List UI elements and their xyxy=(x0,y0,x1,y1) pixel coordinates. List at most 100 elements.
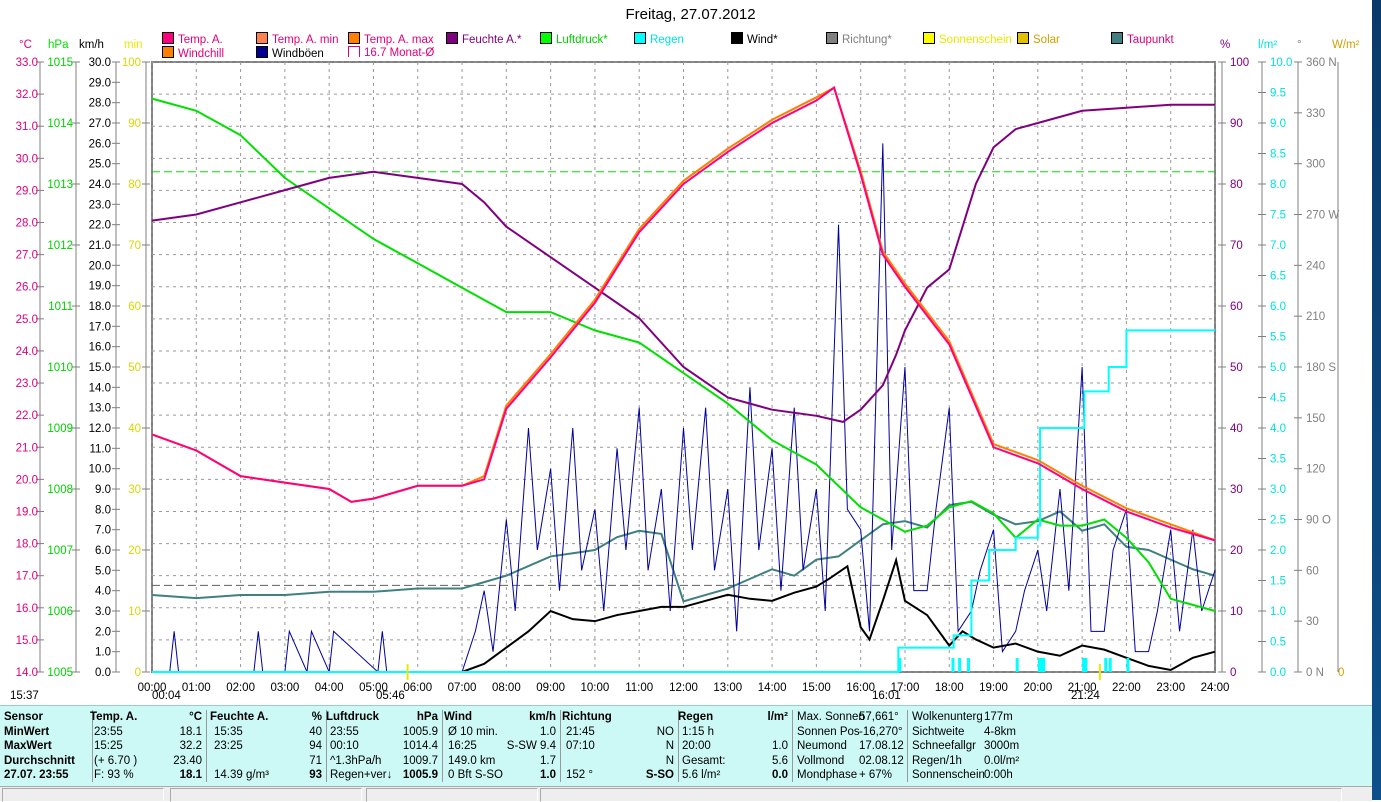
rain-bar xyxy=(1042,658,1046,672)
axis-kmh-tick-label: 4.0 xyxy=(95,586,111,598)
axis-kmh-tick-label: 11.0 xyxy=(89,443,111,455)
info-row: Sichtweite 4-8km xyxy=(912,725,1032,740)
row-label: Ø 10 min. xyxy=(448,725,498,738)
weather-chart: 00:00 01:00 02:00 03:00 04:00 05:00 06:00 07:00… xyxy=(16,57,1345,694)
info-row: Neumond 17.08.12 xyxy=(797,739,907,754)
summary-panel: Sensor MinWert MaxWert Durchschnitt 27.07. 2… xyxy=(0,705,1372,786)
rain-bar xyxy=(951,658,955,672)
row-value: 1.0 xyxy=(540,769,556,781)
row-value: N xyxy=(665,740,674,752)
row-value: 18.1 xyxy=(179,769,202,781)
axis-min-tick-label: 80 xyxy=(128,179,141,191)
info-row: Wolkenunterg 177m xyxy=(912,710,1032,725)
axis-min-tick-label: 10 xyxy=(128,606,141,618)
info-label: Max. Sonnen xyxy=(797,711,865,723)
row-value: 1.0 xyxy=(772,740,788,752)
row-value: N xyxy=(665,754,674,767)
axis-rain-tick-label: 2.5 xyxy=(1270,515,1286,527)
desktop-background xyxy=(1372,0,1381,800)
row-label: 16:25 xyxy=(448,740,477,752)
axis-pct-tick-label: 60 xyxy=(1230,301,1243,313)
axis-c-tick-label: 31.0 xyxy=(16,121,38,133)
info-row: Schneefallgr 3000m xyxy=(912,739,1032,754)
axis-kmh-tick-label: 2.0 xyxy=(95,626,111,638)
axis-c-tick-label: 20.0 xyxy=(16,474,38,486)
info-value: 57,661° xyxy=(859,711,899,723)
row-label: 14.39 g/m³ xyxy=(214,769,269,781)
x-tick-label: 02:00 xyxy=(226,682,255,694)
axis-hpa-tick-label: 1006 xyxy=(47,606,73,618)
x-tick-label: 20:00 xyxy=(1023,682,1052,694)
axis-kmh-tick-label: 9.0 xyxy=(95,484,111,496)
column-header: Richtung xyxy=(562,710,678,725)
row-label: 23:55 xyxy=(94,725,123,738)
row-label: 149.0 km xyxy=(448,754,496,767)
axis-rain-tick-label: 2.0 xyxy=(1270,545,1286,557)
column-header: Sensor xyxy=(4,710,92,725)
table-row: 07:10 N xyxy=(562,739,678,754)
axis-pct-tick-label: 20 xyxy=(1230,545,1243,557)
column-unit: km/h xyxy=(529,711,556,723)
row-label: ^1.3hPa/h xyxy=(330,754,382,767)
x-tick-label: 01:00 xyxy=(182,682,211,694)
axis-kmh-tick-label: 30.0 xyxy=(89,57,111,69)
row-label: Gesamt: xyxy=(682,754,726,767)
axis-deg-tick-label: 120 xyxy=(1306,464,1325,476)
column-unit: % xyxy=(311,711,322,723)
axis-c-tick-label: 14.0 xyxy=(16,667,38,679)
table-row: 0 Bft S-SO 1.0 xyxy=(444,768,560,783)
table-row: 23:25 94 xyxy=(210,739,326,754)
row-value: 94 xyxy=(309,740,322,752)
info-row: Regen/1h 0.0l/m² xyxy=(912,754,1032,769)
axis-c-tick-label: 33.0 xyxy=(16,57,38,69)
axis-kmh-tick-label: 25.0 xyxy=(89,159,111,171)
table-column: Richtung 21:45 NO 07:10 N N 152 ° S-SO xyxy=(562,710,679,782)
axis-pct-tick-label: 40 xyxy=(1230,423,1243,435)
left-time-label: 15:37 xyxy=(10,690,39,702)
axis-c-tick-label: 22.0 xyxy=(16,410,38,422)
axis-kmh-tick-label: 19.0 xyxy=(89,281,111,293)
x-tick-label: 16:00 xyxy=(846,682,875,694)
table-row: Gesamt: 5.6 xyxy=(678,754,792,769)
axis-kmh-tick-label: 23.0 xyxy=(89,199,111,211)
axis-min-tick-label: 50 xyxy=(128,362,141,374)
rain-bar xyxy=(958,658,962,672)
axis-c-tick-label: 28.0 xyxy=(16,218,38,230)
axis-c-tick-label: 32.0 xyxy=(16,89,38,101)
info-row: Sonnen Pos -16,270° xyxy=(797,725,907,740)
row-label: 21:45 xyxy=(566,725,595,738)
x-tick-label: 14:00 xyxy=(758,682,787,694)
row-label: 07:10 xyxy=(566,740,595,752)
x-tick-label: 07:00 xyxy=(448,682,477,694)
axis-kmh-tick-label: 28.0 xyxy=(89,98,111,110)
table-row: MinWert xyxy=(4,725,92,740)
axis-min-tick-label: 20 xyxy=(128,545,141,557)
axis-hpa-tick-label: 1008 xyxy=(47,484,73,496)
axis-kmh-tick-label: 24.0 xyxy=(89,179,111,191)
axis-c-tick-label: 26.0 xyxy=(16,282,38,294)
row-label: 0 Bft S-SO xyxy=(448,769,503,781)
axis-rain-tick-label: 9.0 xyxy=(1270,118,1286,130)
axis-wm2-tick-label: 0 xyxy=(1338,667,1344,679)
axis-c-tick-label: 29.0 xyxy=(16,185,38,197)
axis-c-tick-label: 17.0 xyxy=(16,571,38,583)
axis-pct-tick-label: 100 xyxy=(1230,57,1249,69)
x-tick-label: 23:00 xyxy=(1156,682,1185,694)
column-header: Luftdruck hPa xyxy=(326,710,442,725)
table-row: 20:00 1.0 xyxy=(678,739,792,754)
x-tick-label: 11:00 xyxy=(625,682,653,694)
axis-kmh-tick-label: 14.0 xyxy=(89,382,111,394)
axis-deg-tick-label: 210 xyxy=(1306,311,1325,323)
axis-rain-tick-label: 5.0 xyxy=(1270,362,1286,374)
rain-bar xyxy=(966,658,970,672)
info-row: Sonnenschein 0:00h xyxy=(912,768,1032,783)
row-label: (+ 6.70 ) xyxy=(94,754,138,767)
table-row: 14.39 g/m³ 93 xyxy=(210,768,326,783)
axis-kmh-tick-label: 10.0 xyxy=(89,464,111,476)
axis-min-tick-label: 70 xyxy=(128,240,141,252)
info-row: Vollmond 02.08.12 xyxy=(797,754,907,769)
info-value: -16,270° xyxy=(859,725,903,738)
axis-kmh-tick-label: 3.0 xyxy=(95,606,111,618)
axis-rain-tick-label: 6.0 xyxy=(1270,301,1286,313)
rain-bar xyxy=(1015,658,1019,672)
